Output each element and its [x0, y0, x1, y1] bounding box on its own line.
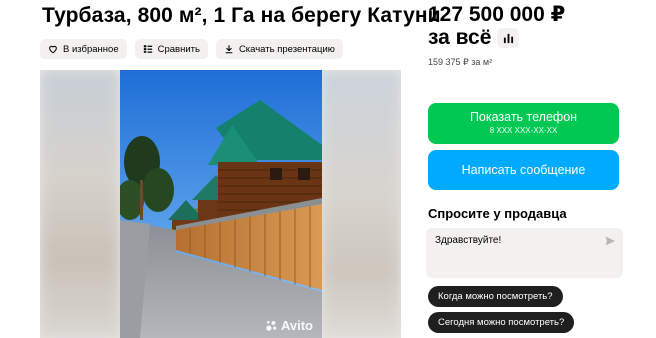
heart-icon [49, 45, 57, 54]
compare-button[interactable]: Сравнить [134, 39, 208, 59]
favorite-label: В избранное [63, 43, 119, 55]
write-message-button[interactable]: Написать сообщение [428, 150, 619, 190]
listing-actions: В избранное Сравнить Скачать презентацию [40, 39, 343, 59]
show-phone-label: Показать телефон [469, 110, 578, 124]
write-message-label: Написать сообщение [461, 163, 586, 177]
listing-photo[interactable] [120, 70, 322, 338]
quick-question-label: Когда можно посмотреть? [438, 291, 553, 302]
avito-watermark-text: Avito [280, 318, 313, 333]
price-amount: 127 500 000 ₽ [428, 3, 566, 26]
quick-question-label: Сегодня можно посмотреть? [438, 317, 565, 328]
gallery-blur-right [321, 70, 401, 338]
send-icon[interactable] [604, 235, 616, 247]
gallery-blur-left [40, 70, 120, 338]
photo-gallery[interactable]: Avito [40, 70, 401, 338]
compare-icon [143, 45, 152, 53]
ask-seller-title: Спросите у продавца [428, 206, 567, 221]
avito-watermark: Avito [265, 318, 313, 333]
bar-chart-icon [503, 33, 514, 43]
quick-question-chip[interactable]: Когда можно посмотреть? [428, 286, 563, 307]
download-icon [225, 45, 233, 54]
price-per-meter: 159 375 ₽ за м² [428, 57, 493, 67]
price-history-button[interactable] [497, 28, 520, 48]
masked-phone: 8 XXX XXX-XX-XX [489, 126, 558, 135]
price-suffix: за всё [428, 26, 492, 49]
favorite-button[interactable]: В избранное [40, 39, 127, 59]
show-phone-button[interactable]: Показать телефон 8 XXX XXX-XX-XX [428, 103, 619, 144]
quick-question-chip[interactable]: Сегодня можно посмотреть? [428, 312, 575, 333]
compare-label: Сравнить [157, 43, 200, 55]
avito-logo-icon [266, 320, 277, 331]
download-label: Скачать презентацию [238, 43, 335, 55]
price-suffix-row: за всё [428, 26, 520, 50]
ask-seller-input[interactable]: Здравствуйте! [426, 228, 623, 278]
download-presentation-button[interactable]: Скачать презентацию [215, 39, 343, 59]
ask-seller-text: Здравствуйте! [435, 235, 502, 246]
listing-title: Турбаза, 800 м², 1 Га на берегу Катуни [42, 4, 441, 27]
